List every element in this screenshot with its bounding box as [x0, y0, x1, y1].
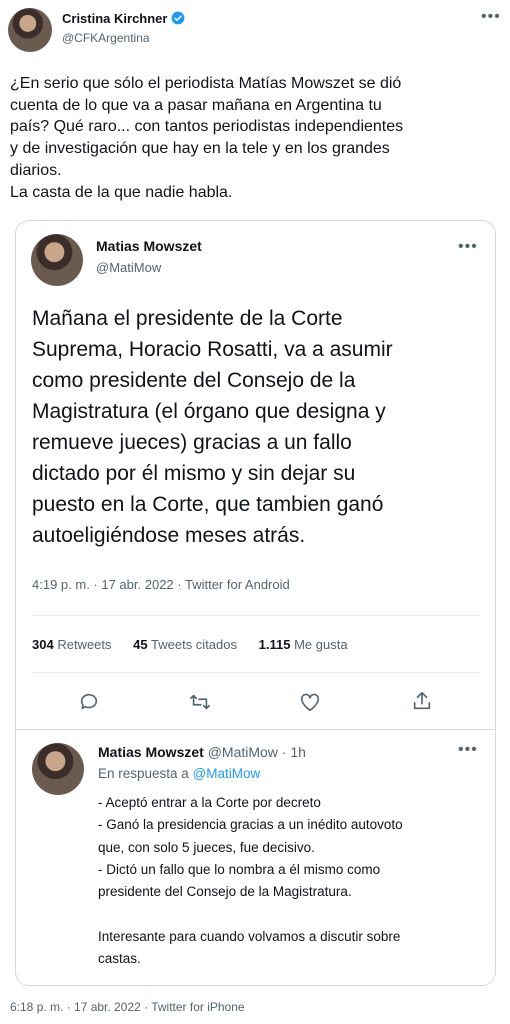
- tweet-text-line: país? Qué raro... con tantos periodistas…: [10, 118, 404, 136]
- reply-text-line: - Dictó un fallo que lo nombra a él mism…: [98, 861, 381, 877]
- reply-text-line: - Ganó la presidencia gracias a un inédi…: [98, 817, 403, 833]
- reply-text-line: castas.: [98, 951, 141, 967]
- likes-count: 1.115: [258, 637, 291, 652]
- quoted-more-options-icon[interactable]: •••: [458, 239, 478, 255]
- quoted-text-line: Suprema, Horacio Rosatti, va a asumir: [32, 338, 393, 361]
- author-handle[interactable]: @CFKArgentina: [62, 31, 150, 45]
- reply-text-line: presidente del Consejo de la Magistratur…: [98, 884, 352, 900]
- likes-stat[interactable]: 1.115 Me gusta: [259, 637, 348, 652]
- tweet-timestamp[interactable]: 6:18 p. m. · 17 abr. 2022 · Twitter for …: [10, 1000, 245, 1014]
- retweets-count: 304: [32, 637, 54, 652]
- reply-context-link[interactable]: @MatiMow: [193, 766, 261, 781]
- quotes-label: Tweets citados: [151, 637, 238, 652]
- reply-handle-time[interactable]: @MatiMow · 1h: [208, 744, 306, 760]
- tweet-text-line: La casta de la que nadie habla.: [10, 183, 233, 201]
- quotes-stat[interactable]: 45 Tweets citados: [133, 637, 237, 652]
- quotes-count: 45: [133, 637, 148, 652]
- stats-bottom-divider: [32, 672, 479, 673]
- tweet-text-line: ¿En serio que sólo el periodista Matías …: [10, 75, 402, 92]
- quoted-timestamp[interactable]: 4:19 p. m. · 17 abr. 2022 · Twitter for …: [32, 577, 290, 592]
- retweet-icon[interactable]: [188, 691, 212, 713]
- tweet-text-line: y de investigación que hay en la tele y …: [10, 140, 390, 158]
- quoted-text-line: dictado por él mismo y sin dejar su: [32, 462, 356, 485]
- reply-text: - Aceptó entrar a la Corte por decreto -…: [98, 792, 403, 970]
- reply-text-line: Interesante para cuando volvamos a discu…: [98, 928, 401, 944]
- quoted-text-line: como presidente del Consejo de la: [32, 369, 356, 392]
- tweet-text-line: cuenta de lo que va a pasar mañana en Ar…: [10, 96, 382, 114]
- reply-context: En respuesta a @MatiMow: [98, 766, 260, 781]
- quoted-tweet-card[interactable]: Matias Mowszet @MatiMow ••• Mañana el pr…: [15, 220, 496, 986]
- author-name-row[interactable]: Cristina Kirchner: [62, 11, 185, 26]
- likes-label: Me gusta: [294, 637, 348, 652]
- quoted-text-line: puesto en la Corte, que tambien ganó: [32, 493, 384, 516]
- retweets-label: Retweets: [57, 637, 112, 652]
- quoted-author-handle[interactable]: @MatiMow: [96, 260, 161, 275]
- author-name[interactable]: Cristina Kirchner: [62, 11, 167, 26]
- stats-top-divider: [32, 615, 479, 616]
- reply-header: Matias Mowszet @MatiMow · 1h: [98, 744, 306, 760]
- quoted-author-name[interactable]: Matias Mowszet: [96, 238, 202, 254]
- reply-icon[interactable]: [78, 691, 100, 713]
- reply-author-name[interactable]: Matias Mowszet: [98, 744, 204, 760]
- quoted-text-line: autoeligiéndose meses atrás.: [32, 524, 306, 547]
- quoted-avatar[interactable]: [31, 234, 83, 286]
- author-avatar[interactable]: [8, 8, 52, 52]
- stats-row: 304 Retweets 45 Tweets citados 1.115 Me …: [32, 637, 348, 652]
- reply-context-prefix: En respuesta a: [98, 766, 189, 781]
- like-icon[interactable]: [299, 692, 321, 712]
- reply-avatar[interactable]: [32, 743, 84, 795]
- quoted-text-line: remueve jueces) gracias a un fallo: [32, 431, 352, 454]
- more-options-icon[interactable]: •••: [481, 9, 501, 25]
- share-icon[interactable]: [411, 690, 433, 712]
- reply-text-line: - Aceptó entrar a la Corte por decreto: [98, 795, 321, 810]
- reply-more-options-icon[interactable]: •••: [458, 742, 478, 758]
- verified-badge-icon: [172, 11, 185, 25]
- quoted-tweet-text: Mañana el presidente de la Corte Suprema…: [32, 303, 393, 551]
- tweet-text: ¿En serio que sólo el periodista Matías …: [10, 73, 403, 203]
- actions-bottom-divider: [16, 729, 495, 730]
- retweets-stat[interactable]: 304 Retweets: [32, 637, 112, 652]
- quoted-text-line: Magistratura (el órgano que designa y: [32, 400, 386, 423]
- quoted-text-line: Mañana el presidente de la Corte: [32, 307, 343, 330]
- reply-text-line: que, con solo 5 jueces, fue decisivo.: [98, 839, 315, 855]
- reply-text-line: [98, 903, 403, 925]
- tweet-text-line: diarios.: [10, 161, 62, 179]
